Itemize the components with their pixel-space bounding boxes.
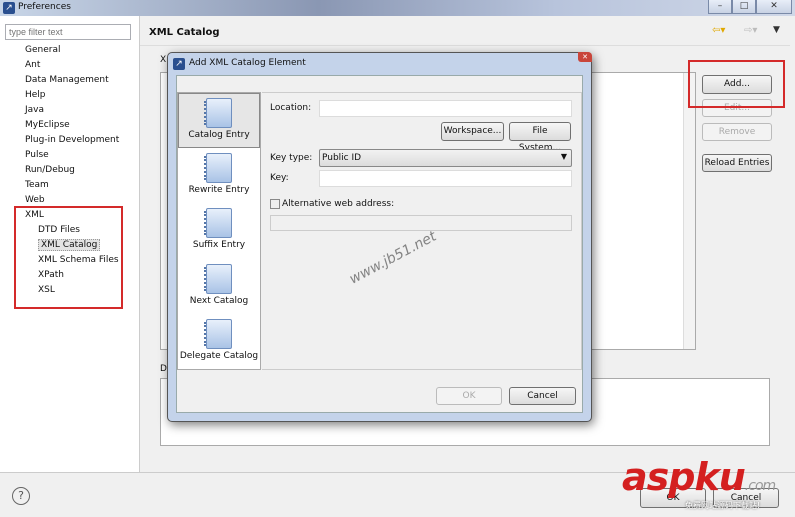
tree-item-data-management[interactable]: Data Management [25,73,119,88]
suffix-entry-icon [204,208,232,238]
location-input[interactable] [319,100,572,117]
alternative-web-checkbox[interactable] [270,199,280,209]
aspku-logo: aspku.com [622,455,776,499]
dialog-cancel-button[interactable]: Cancel [509,387,576,405]
type-delegate-catalog[interactable]: Delegate Catalog [178,315,260,361]
help-icon[interactable]: ? [12,487,30,505]
rewrite-entry-icon [204,153,232,183]
tree-item-java[interactable]: Java [25,103,119,118]
dialog-close-button[interactable]: ✕ [578,52,592,62]
highlight-box [688,60,785,108]
key-label: Key: [270,173,289,183]
tree-item-run-debug[interactable]: Run/Debug [25,163,119,178]
type-suffix-entry[interactable]: Suffix Entry [178,204,260,250]
app-icon: ↗ [3,2,15,14]
back-icon[interactable]: ⇦▾ [712,25,725,36]
maximize-button[interactable]: □ [732,0,756,14]
file-system-button[interactable]: File System... [509,122,571,153]
chevron-down-icon: ▼ [560,152,567,161]
type-catalog-entry[interactable]: Catalog Entry [178,93,260,148]
alternative-web-label: Alternative web address: [282,199,395,209]
entries-scrollbar[interactable] [683,73,695,349]
close-button[interactable]: ✕ [756,0,792,14]
aspku-logo-sub: 免费网站源码下载站! [685,501,761,510]
forward-icon[interactable]: ⇨▾ [744,25,757,36]
tree-item-team[interactable]: Team [25,178,119,193]
workspace-button[interactable]: Workspace... [441,122,504,141]
tree-item-ant[interactable]: Ant [25,58,119,73]
catalog-entry-icon [204,98,232,128]
tree-item-general[interactable]: General [25,43,119,58]
tree-item-help[interactable]: Help [25,88,119,103]
key-type-select[interactable]: Public ID ▼ [319,149,572,167]
catalog-type-list: Catalog Entry Rewrite Entry Suffix Entry… [177,92,261,370]
dialog-ok-button[interactable]: OK [436,387,502,405]
next-catalog-icon [204,264,232,294]
window-title: Preferences [18,2,71,12]
key-type-label: Key type: [270,153,313,163]
key-type-value: Public ID [322,153,362,163]
dialog-title: Add XML Catalog Element [189,58,306,68]
tree-item-plugin-development[interactable]: Plug-in Development [25,133,119,148]
type-next-catalog[interactable]: Next Catalog [178,260,260,306]
reload-entries-button[interactable]: Reload Entries [702,154,772,172]
alternative-web-input[interactable] [270,215,572,231]
delegate-catalog-icon [204,319,232,349]
divider [140,45,790,46]
dialog-icon: ↗ [173,58,185,70]
view-menu-icon[interactable]: ▼ [773,25,780,35]
location-label: Location: [270,103,312,113]
tree-item-pulse[interactable]: Pulse [25,148,119,163]
entries-label: X [160,55,167,65]
tree-item-myeclipse[interactable]: MyEclipse [25,118,119,133]
minimize-button[interactable]: – [708,0,732,14]
details-label: D [160,364,167,374]
key-input[interactable] [319,170,572,187]
page-title: XML Catalog [149,27,220,38]
filter-input[interactable] [5,24,131,40]
type-rewrite-entry[interactable]: Rewrite Entry [178,149,260,195]
window-titlebar: ↗ Preferences – □ ✕ [0,0,795,16]
remove-button[interactable]: Remove [702,123,772,141]
highlight-box [14,206,123,309]
